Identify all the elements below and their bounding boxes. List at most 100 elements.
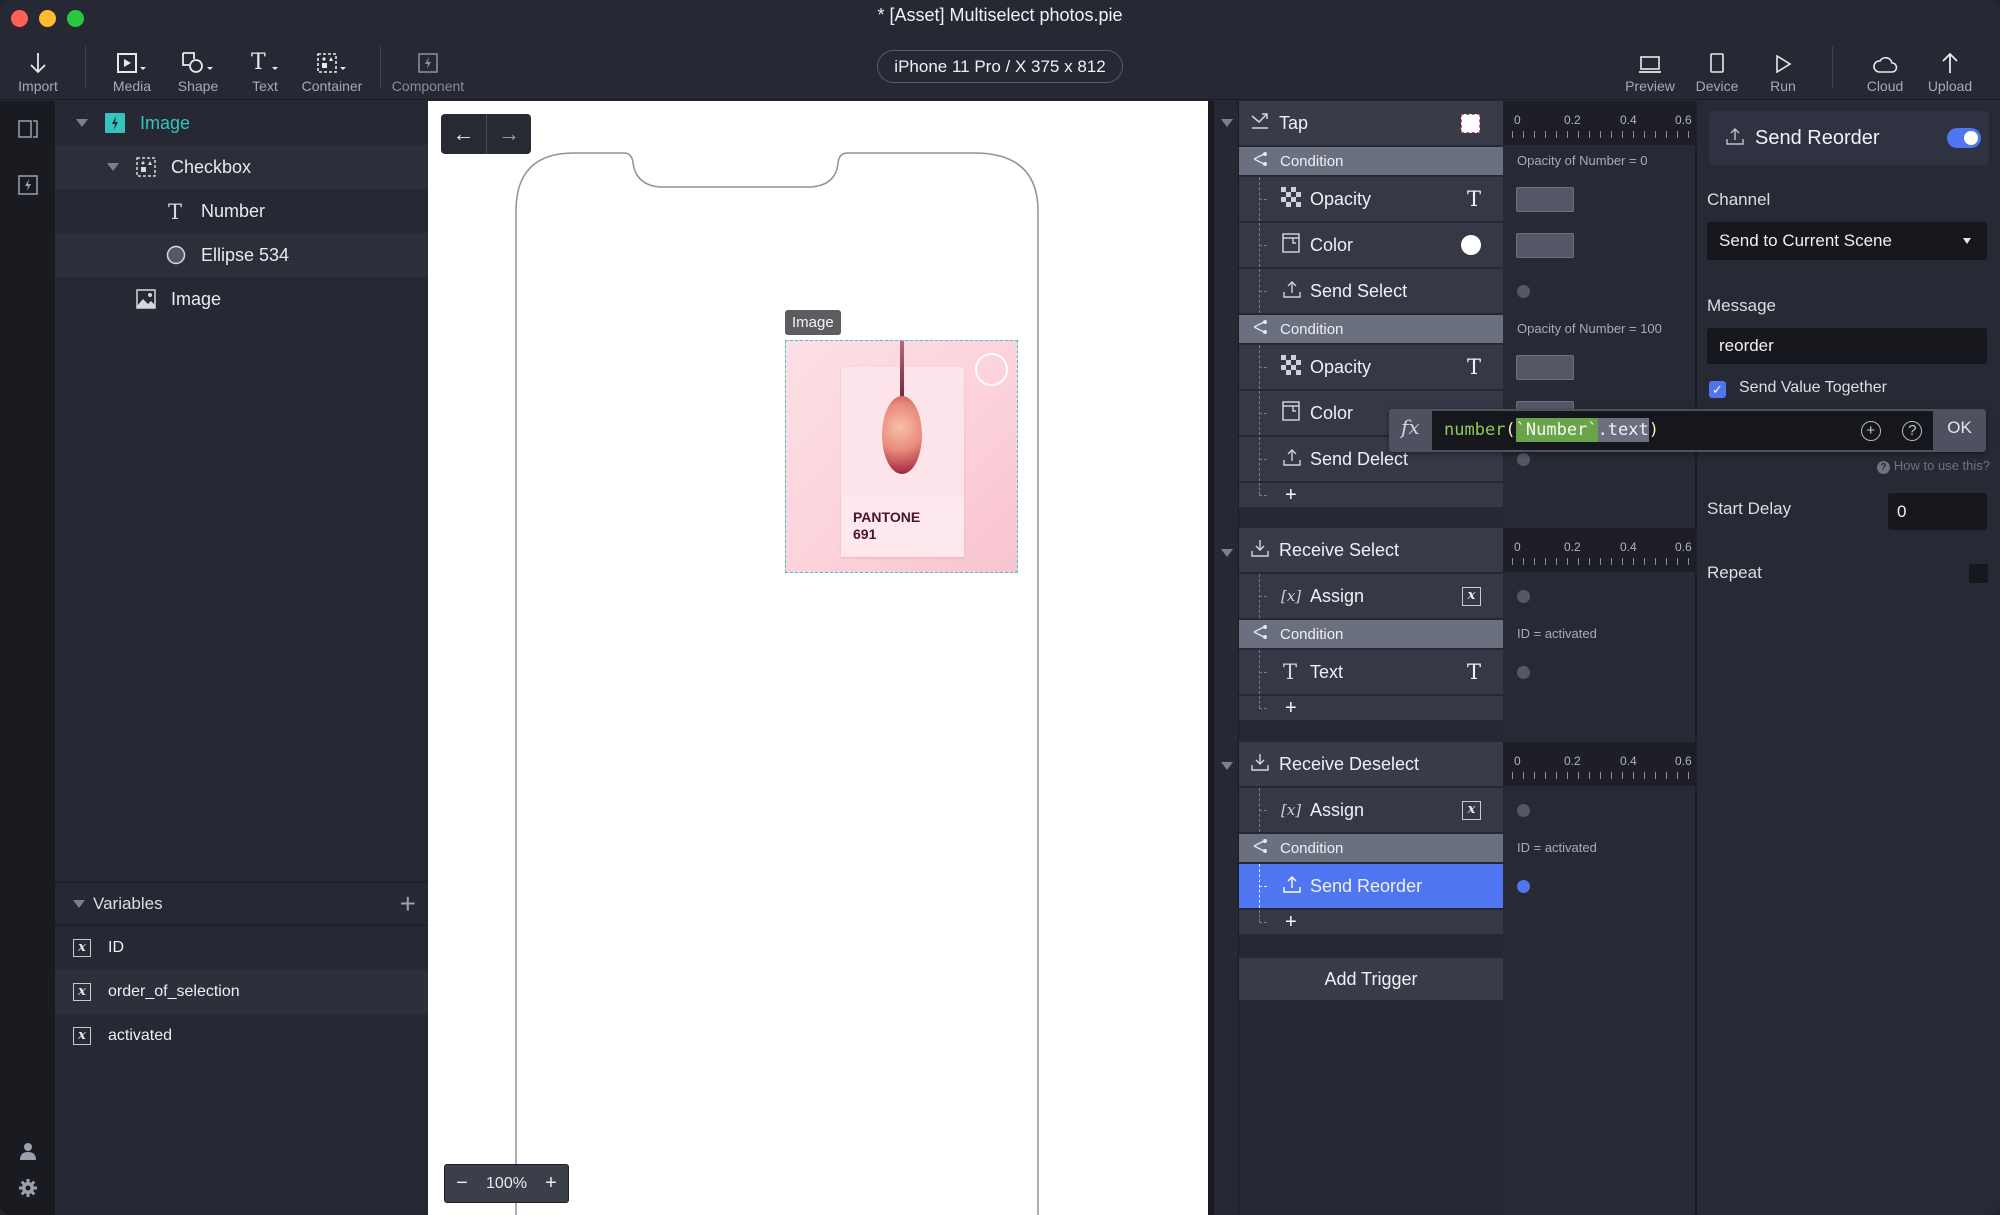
component-icon — [388, 46, 468, 74]
assign-keyframe[interactable] — [1517, 590, 1530, 603]
assign-variable-icon: [x] — [1281, 801, 1302, 819]
add-trigger-button[interactable]: Add Trigger — [1239, 958, 1503, 1000]
condition-expression[interactable]: ID = activated — [1517, 840, 1597, 855]
condition-row[interactable]: Condition — [1239, 834, 1503, 862]
components-panel-icon[interactable] — [14, 171, 42, 199]
tap-icon — [1250, 112, 1272, 135]
text-keyframe[interactable] — [1517, 666, 1530, 679]
layer-item-ellipse[interactable]: Ellipse 534 — [55, 233, 428, 277]
layers-panel-icon[interactable] — [14, 115, 42, 143]
color-animation-bar[interactable] — [1516, 233, 1574, 258]
variables-header[interactable]: Variables + — [55, 881, 428, 926]
layer-item-image-component[interactable]: Image — [55, 101, 428, 145]
how-to-use-link[interactable]: ? How to use this? — [1876, 458, 1990, 474]
collapse-caret-icon[interactable] — [76, 119, 88, 127]
trigger-receive-select[interactable]: Receive Select — [1239, 528, 1503, 572]
start-delay-input[interactable]: 0 — [1888, 493, 1987, 530]
response-send-reorder[interactable]: Send Reorder — [1239, 864, 1503, 908]
component-button[interactable]: Component — [388, 46, 468, 94]
response-send-select[interactable]: Send Select — [1239, 269, 1503, 313]
account-icon[interactable] — [14, 1137, 42, 1165]
response-color[interactable]: Color — [1239, 223, 1503, 267]
collapse-caret-icon[interactable] — [1221, 762, 1233, 770]
formula-ok-button[interactable]: OK — [1933, 409, 1986, 452]
collapse-caret-icon[interactable] — [73, 899, 85, 908]
layer-reference-token: `Number` — [1515, 418, 1598, 442]
zoom-level[interactable]: 100% — [486, 1175, 527, 1193]
formula-input[interactable]: number(`Number`.text) — [1432, 411, 1850, 450]
response-assign[interactable]: [x] Assign x — [1239, 788, 1503, 832]
add-response-button[interactable]: + — [1239, 696, 1503, 720]
send-deselect-keyframe[interactable] — [1517, 453, 1530, 466]
variable-item[interactable]: x activated — [55, 1014, 428, 1058]
target-text-icon: T — [1466, 187, 1481, 211]
device-selector[interactable]: iPhone 11 Pro / X 375 x 812 — [877, 50, 1123, 83]
variable-item[interactable]: x order_of_selection — [55, 970, 428, 1014]
upload-button[interactable]: Upload — [1910, 46, 1990, 94]
opacity-checker-icon — [1281, 354, 1301, 380]
collapse-caret-icon[interactable] — [1221, 549, 1233, 557]
insert-plus-icon[interactable]: + — [1860, 420, 1881, 441]
add-response-button[interactable]: + — [1239, 910, 1503, 934]
add-variable-button[interactable]: + — [400, 889, 416, 918]
ellipse-icon — [165, 244, 187, 266]
chevron-down-icon — [1963, 238, 1971, 244]
container-icon — [292, 46, 372, 74]
send-icon — [1282, 447, 1302, 472]
opacity-animation-bar[interactable] — [1516, 355, 1574, 380]
opacity-animation-bar[interactable] — [1516, 187, 1574, 212]
layer-item-image[interactable]: Image — [55, 277, 428, 321]
selected-image[interactable]: PANTONE 691 — [785, 340, 1018, 573]
help-question-icon[interactable]: ? — [1902, 420, 1923, 441]
send-reorder-keyframe[interactable] — [1517, 880, 1530, 893]
target-variable-icon: x — [1462, 586, 1481, 606]
condition-expression[interactable]: ID = activated — [1517, 626, 1597, 641]
response-opacity[interactable]: Opacity T — [1239, 345, 1503, 389]
repeat-checkbox[interactable] — [1969, 564, 1988, 583]
target-ellipse-icon — [1461, 235, 1481, 255]
layer-item-checkbox[interactable]: Checkbox — [55, 145, 428, 189]
add-response-button[interactable]: + — [1239, 483, 1503, 507]
response-assign[interactable]: [x] Assign x — [1239, 574, 1503, 618]
run-button[interactable]: Run — [1743, 46, 1823, 94]
zoom-out-button[interactable]: − — [454, 1172, 470, 1195]
response-opacity[interactable]: Opacity T — [1239, 177, 1503, 221]
collapse-caret-icon[interactable] — [107, 163, 119, 171]
container-icon — [135, 156, 157, 178]
import-button[interactable]: Import — [0, 46, 78, 94]
condition-row[interactable]: Condition — [1239, 620, 1503, 648]
send-icon — [1282, 874, 1302, 899]
toolbar-divider — [1832, 46, 1833, 88]
assign-keyframe[interactable] — [1517, 804, 1530, 817]
back-arrow-button[interactable]: ← — [441, 114, 486, 154]
timeline-ruler[interactable]: 0 0.2 0.4 0.6 — [1503, 101, 1697, 145]
container-button[interactable]: Container — [292, 46, 372, 94]
checkbox-ellipse[interactable] — [975, 353, 1008, 386]
forward-arrow-button[interactable]: → — [486, 114, 531, 154]
property-token: .text — [1597, 418, 1649, 442]
condition-expression[interactable]: Opacity of Number = 100 — [1517, 321, 1662, 336]
condition-row[interactable]: Condition — [1239, 147, 1503, 175]
response-text[interactable]: T Text T — [1239, 650, 1503, 694]
trigger-receive-deselect[interactable]: Receive Deselect — [1239, 742, 1503, 786]
layer-item-number[interactable]: T Number — [55, 189, 428, 233]
app-window: * [Asset] Multiselect photos.pie Import … — [0, 0, 2000, 1215]
message-input[interactable]: reorder — [1707, 328, 1987, 364]
send-value-checkbox[interactable]: ✓ — [1709, 381, 1726, 398]
text-icon: T — [165, 200, 187, 222]
target-variable-icon: x — [1462, 800, 1481, 820]
send-select-keyframe[interactable] — [1517, 285, 1530, 298]
timeline-ruler[interactable]: 0 0.2 0.4 0.6 — [1503, 742, 1697, 786]
trigger-tap[interactable]: Tap — [1239, 101, 1503, 145]
channel-select[interactable]: Send to Current Scene — [1707, 222, 1987, 260]
zoom-in-button[interactable]: + — [543, 1172, 559, 1195]
settings-gear-icon[interactable] — [14, 1174, 42, 1202]
variable-item[interactable]: x ID — [55, 926, 428, 970]
condition-row[interactable]: Condition — [1239, 315, 1503, 343]
timeline-ruler[interactable]: 0 0.2 0.4 0.6 — [1503, 528, 1697, 572]
left-rail — [0, 101, 55, 1215]
collapse-caret-icon[interactable] — [1221, 119, 1233, 127]
design-canvas[interactable]: ← → Image PANTONE 691 − 100% + — [428, 101, 1208, 1215]
condition-expression[interactable]: Opacity of Number = 0 — [1517, 153, 1647, 168]
enable-toggle[interactable] — [1947, 128, 1981, 148]
